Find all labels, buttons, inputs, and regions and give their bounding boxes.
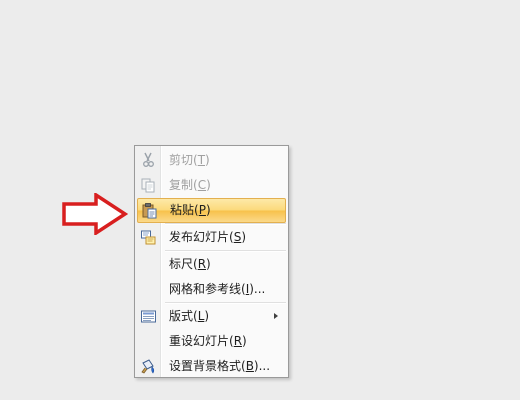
paste-icon — [142, 203, 157, 219]
desktop-canvas: 剪切(T) 复制(C) 粘贴(P) 发布幻灯片(S) 标尺(R) 网格和参考线(… — [0, 0, 520, 400]
menu-item-label: 版式(L) — [169, 309, 210, 323]
menu-item-label: 剪切(T) — [169, 153, 210, 167]
red-arrow-pointer-icon — [62, 193, 128, 235]
submenu-arrow-icon — [274, 313, 278, 319]
menu-item-label: 发布幻灯片(S) — [169, 230, 246, 244]
menu-item-label: 网格和参考线(I)... — [169, 282, 266, 296]
menu-item-paste[interactable]: 粘贴(P) — [137, 198, 286, 223]
menu-item-label: 标尺(R) — [169, 257, 211, 271]
menu-item-copy[interactable]: 复制(C) — [137, 173, 286, 198]
menu-item-label: 复制(C) — [169, 178, 211, 192]
menu-item-grid-and-guides[interactable]: 网格和参考线(I)... — [137, 277, 286, 302]
copy-icon — [141, 178, 155, 193]
menu-item-layout[interactable]: 版式(L) — [137, 304, 286, 329]
menu-item-publish-slides[interactable]: 发布幻灯片(S) — [137, 225, 286, 250]
menu-item-ruler[interactable]: 标尺(R) — [137, 252, 286, 277]
layout-icon — [141, 310, 156, 323]
scissors-icon — [143, 152, 154, 167]
format-background-icon — [141, 359, 155, 374]
context-menu: 剪切(T) 复制(C) 粘贴(P) 发布幻灯片(S) 标尺(R) 网格和参考线(… — [134, 145, 289, 378]
menu-item-label: 粘贴(P) — [170, 203, 211, 217]
publish-slides-icon — [141, 230, 156, 245]
menu-item-format-background[interactable]: 设置背景格式(B)... — [137, 354, 286, 379]
menu-item-label: 设置背景格式(B)... — [169, 359, 271, 373]
menu-item-cut[interactable]: 剪切(T) — [137, 148, 286, 173]
menu-item-reset-slide[interactable]: 重设幻灯片(R) — [137, 329, 286, 354]
menu-item-label: 重设幻灯片(R) — [169, 334, 247, 348]
